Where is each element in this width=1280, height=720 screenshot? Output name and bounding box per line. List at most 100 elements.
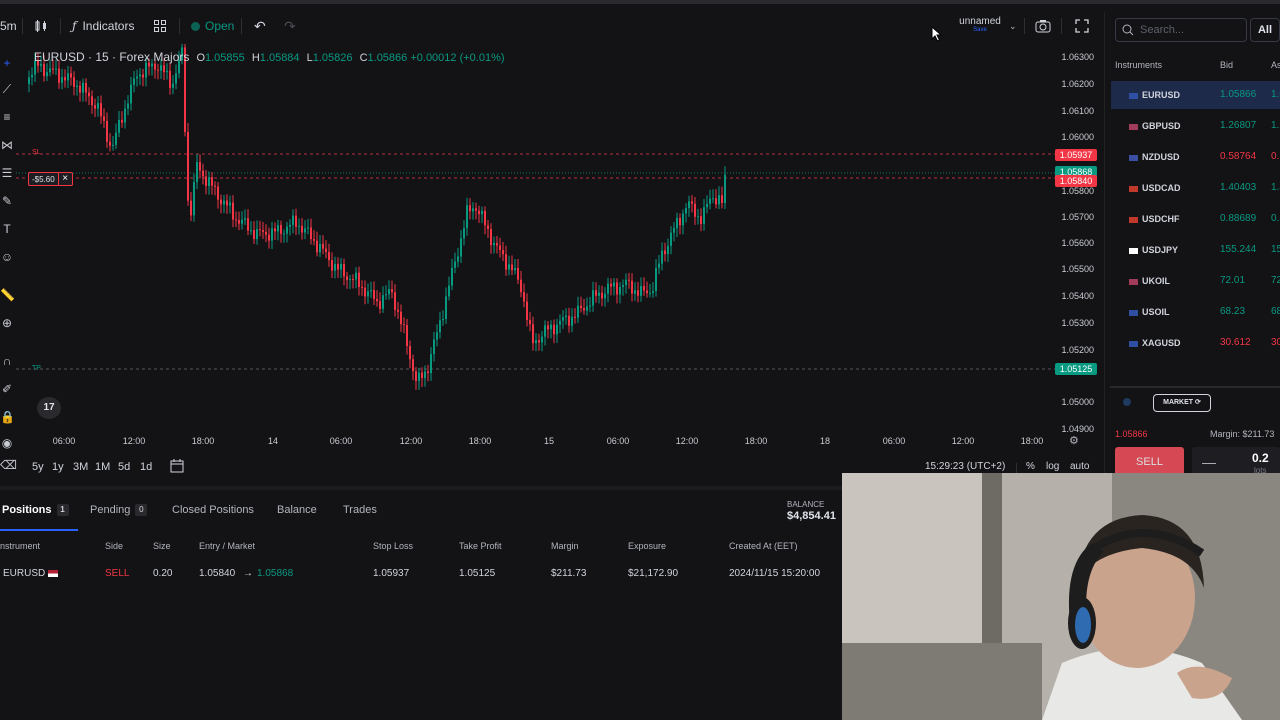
layout-name-button[interactable]: unnamed Save [957, 16, 1003, 40]
chart-type-icon[interactable] [34, 14, 48, 38]
col-entry-market[interactable]: Entry / Market [199, 541, 255, 551]
templates-icon[interactable] [153, 14, 167, 38]
candle-body [700, 216, 702, 224]
brush-icon[interactable]: ✎ [0, 194, 14, 208]
indicators-button[interactable]: ƒ Indicators [72, 14, 134, 38]
col-exposure[interactable]: Exposure [628, 541, 666, 551]
range-button-5y[interactable]: 5y [32, 461, 44, 473]
clock[interactable]: 15:29:23 (UTC+2) [925, 461, 1005, 472]
instrument-symbol: USDCAD [1142, 183, 1181, 193]
low-value: 1.05826 [312, 52, 353, 64]
tab-trades[interactable]: Trades [343, 504, 377, 516]
instrument-row[interactable]: USDCAD 1.40403 1.4 [1111, 174, 1280, 202]
pencil-lock-icon[interactable]: ✐ [0, 382, 14, 396]
candle-body [565, 315, 567, 318]
tab-positions[interactable]: Positions 1 [2, 504, 69, 516]
col-size[interactable]: Size [153, 541, 171, 551]
candle-body [484, 210, 486, 226]
interval-button[interactable]: 5m [0, 14, 17, 38]
tab-pending[interactable]: Pending 0 [90, 504, 148, 516]
candle-body [619, 286, 621, 295]
range-button-1y[interactable]: 1y [52, 461, 64, 473]
instrument-bid: 1.26807 [1220, 120, 1257, 131]
candle-body [415, 371, 417, 381]
candle-body [160, 65, 162, 71]
price-axis[interactable]: 1.06300 1.06200 1.06100 1.06000 1.05800 1.057… [1055, 44, 1100, 434]
eye-icon[interactable]: ◉ [0, 436, 14, 450]
emoji-icon[interactable]: ☺ [0, 250, 14, 264]
candle-body [616, 282, 618, 295]
magnet-icon[interactable]: ∩ [0, 354, 14, 368]
range-button-3M[interactable]: 3M [73, 461, 88, 473]
instrument-row[interactable]: XAGUSD 30.612 30 [1111, 329, 1280, 357]
time-tick-label: 18:00 [1020, 436, 1044, 446]
horizontal-lines-icon[interactable]: ≡ [0, 110, 14, 124]
close-position-icon[interactable]: × [57, 173, 72, 185]
candle-body [655, 267, 657, 292]
date-range-icon[interactable] [170, 459, 184, 476]
instrument-row[interactable]: USDCHF 0.88689 0.8 [1111, 205, 1280, 233]
price-chart[interactable] [16, 38, 1056, 434]
zoom-in-icon[interactable]: ⊕ [0, 316, 14, 330]
candle-body [193, 182, 195, 216]
col-margin[interactable]: Margin [551, 541, 579, 551]
candle-body [85, 82, 87, 93]
fib-icon[interactable]: ☰ [0, 166, 14, 180]
order-type-toggle[interactable]: MARKET ⟳ [1153, 394, 1211, 412]
tab-balance[interactable]: Balance [277, 504, 317, 516]
active-tab-indicator [0, 529, 78, 531]
lots-value[interactable]: 0.2 [1252, 451, 1269, 465]
range-button-1d[interactable]: 1d [140, 461, 152, 473]
range-button-1M[interactable]: 1M [95, 461, 110, 473]
trendline-icon[interactable]: ⟋ [0, 82, 14, 96]
undo-icon[interactable]: ↶ [254, 14, 266, 38]
instrument-row[interactable]: UKOIL 72.01 72 [1111, 267, 1280, 295]
price-tick-label: 1.05700 [1061, 212, 1094, 222]
percent-toggle[interactable]: % [1026, 461, 1035, 472]
instrument-symbol: USDJPY [1142, 245, 1179, 255]
instrument-row[interactable]: GBPUSD 1.26807 1.2 [1111, 112, 1280, 140]
log-toggle[interactable]: log [1046, 461, 1059, 472]
col-instrument[interactable]: nstrument [0, 541, 40, 551]
fullscreen-icon[interactable] [1075, 14, 1089, 38]
text-icon[interactable]: T [0, 222, 14, 236]
position-pl-badge[interactable]: -$5.60 × [28, 172, 73, 186]
lock-icon[interactable]: 🔒 [0, 410, 15, 424]
col-side[interactable]: Side [105, 541, 123, 551]
instrument-row[interactable]: USOIL 68.23 68 [1111, 298, 1280, 326]
axis-settings-icon[interactable]: ⚙ [1069, 434, 1079, 447]
row-stop-loss[interactable]: 1.05937 [373, 568, 409, 579]
time-tick-label: 06:00 [882, 436, 906, 446]
candle-body [253, 230, 255, 240]
candle-body [466, 205, 468, 229]
tradingview-logo: 17 [37, 397, 61, 419]
instrument-row[interactable]: EURUSD 1.05866 1.0 [1111, 81, 1280, 109]
crosshair-icon[interactable]: + [0, 56, 14, 70]
ruler-icon[interactable]: 📏 [0, 288, 15, 302]
candle-body [379, 301, 381, 309]
time-axis[interactable]: 06:00 12:00 18:00 14 06:00 12:00 18:00 15 06:00 1… [16, 434, 1100, 450]
symbol-title: EURUSD · 15 · Forex Majors [34, 50, 190, 64]
pattern-icon[interactable]: ⋈ [0, 138, 14, 152]
col-stop-loss[interactable]: Stop Loss [373, 541, 413, 551]
camera-icon[interactable] [1035, 14, 1051, 38]
candle-body [157, 69, 159, 71]
auto-toggle[interactable]: auto [1070, 461, 1089, 472]
tab-closed-positions[interactable]: Closed Positions [172, 504, 254, 516]
redo-icon[interactable]: ↷ [284, 14, 296, 38]
candle-body [715, 198, 717, 205]
instrument-row[interactable]: USDJPY 155.244 15 [1111, 236, 1280, 264]
range-button-5d[interactable]: 5d [118, 461, 130, 473]
col-created[interactable]: Created At (EET) [729, 541, 798, 551]
candle-body [526, 301, 528, 320]
filter-all-button[interactable]: All [1250, 18, 1280, 42]
row-take-profit[interactable]: 1.05125 [459, 568, 495, 579]
candle-body [559, 320, 561, 325]
col-take-profit[interactable]: Take Profit [459, 541, 502, 551]
search-input[interactable]: Search... [1115, 18, 1247, 42]
instrument-row[interactable]: NZDUSD 0.58764 0.5 [1111, 143, 1280, 171]
chevron-down-icon[interactable]: ⌄ [1009, 14, 1017, 38]
time-tick-label: 06:00 [329, 436, 353, 446]
decrement-icon[interactable]: — [1202, 454, 1216, 470]
candle-body [283, 233, 285, 235]
